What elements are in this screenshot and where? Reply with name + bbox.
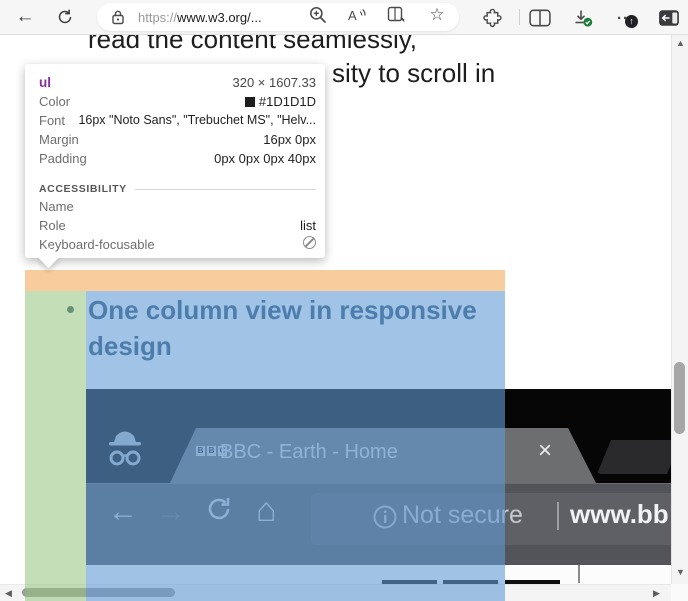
inactive-tab bbox=[597, 440, 681, 474]
scrollbar-corner bbox=[671, 584, 688, 601]
element-tag: ul bbox=[39, 73, 51, 92]
immersive-reader-icon[interactable] bbox=[387, 5, 407, 25]
read-aloud-icon[interactable]: A bbox=[347, 5, 367, 25]
tab-title: BBC - Earth - Home bbox=[220, 441, 398, 464]
margin-highlight-overlay bbox=[25, 270, 505, 291]
browser-toolbar: ← https://www.w3.org/... A bbox=[0, 0, 688, 35]
list-item-line-1: One column view in responsive bbox=[88, 292, 488, 328]
mobile-back-icon: ← bbox=[108, 495, 138, 529]
bbc-mobile-screenshot-image: B B C BBC - Earth - Home × ← → ⌂ Not sec… bbox=[86, 389, 688, 587]
browser-window: read the content seamlessly, sity to scr… bbox=[0, 0, 688, 601]
info-icon bbox=[372, 504, 398, 530]
name-label: Name bbox=[39, 197, 74, 216]
list-bullet bbox=[67, 306, 74, 313]
tab-close-icon: × bbox=[538, 437, 552, 465]
lock-icon bbox=[111, 9, 125, 25]
font-value: 16px "Noto Sans", "Trebuchet MS", "Helv.… bbox=[73, 111, 316, 130]
accessibility-header: ACCESSIBILITY bbox=[39, 183, 127, 195]
keyboard-focusable-value bbox=[163, 235, 316, 254]
role-value: list bbox=[74, 216, 316, 235]
font-label: Font bbox=[39, 111, 65, 130]
list-item-text: One column view in responsive design bbox=[88, 292, 488, 364]
refresh-button[interactable] bbox=[56, 8, 74, 26]
devtools-inspect-tooltip: ul 320 × 1607.33 Color #1D1D1D Font 16px… bbox=[25, 64, 325, 258]
accessibility-divider bbox=[135, 189, 316, 190]
address-divider bbox=[557, 502, 559, 530]
update-badge: ↑ bbox=[625, 15, 638, 28]
not-secure-label: Not secure bbox=[402, 501, 523, 530]
color-label: Color bbox=[39, 92, 70, 111]
keyboard-focusable-label: Keyboard-focusable bbox=[39, 235, 155, 254]
color-swatch bbox=[245, 97, 255, 107]
mobile-forward-icon: → bbox=[156, 495, 186, 529]
list-item-line-2: design bbox=[88, 328, 488, 364]
role-label: Role bbox=[39, 216, 66, 235]
scroll-up-arrow[interactable]: ▲ bbox=[676, 38, 685, 48]
toolbar-divider bbox=[519, 9, 520, 25]
favorites-star-icon[interactable]: ☆ bbox=[427, 5, 447, 25]
horizontal-scrollbar-thumb[interactable] bbox=[22, 588, 175, 597]
padding-label: Padding bbox=[39, 149, 87, 168]
mobile-refresh-icon bbox=[204, 494, 234, 524]
incognito-icon bbox=[103, 425, 147, 473]
more-menu-button[interactable]: ··· ↑ bbox=[615, 7, 637, 29]
mobile-url-text: www.bb bbox=[570, 499, 669, 530]
not-focusable-icon bbox=[303, 236, 316, 249]
element-dimensions: 320 × 1607.33 bbox=[233, 73, 317, 92]
scroll-right-arrow[interactable]: ▶ bbox=[653, 588, 660, 599]
split-screen-icon[interactable] bbox=[529, 7, 551, 29]
margin-value: 16px 0px bbox=[87, 130, 316, 149]
scroll-down-arrow[interactable]: ▼ bbox=[676, 567, 685, 577]
url-text[interactable]: https://www.w3.org/... bbox=[138, 10, 262, 25]
color-value: #1D1D1D bbox=[78, 92, 316, 111]
margin-label: Margin bbox=[39, 130, 79, 149]
padding-highlight-overlay bbox=[25, 291, 86, 601]
vertical-scrollbar-thumb[interactable] bbox=[674, 362, 685, 434]
sidebar-toggle-icon[interactable] bbox=[658, 7, 680, 29]
downloads-icon[interactable] bbox=[572, 7, 594, 29]
scroll-left-arrow[interactable]: ◀ bbox=[5, 588, 12, 599]
svg-text:A: A bbox=[348, 8, 357, 23]
vertical-scrollbar-track[interactable] bbox=[671, 34, 688, 584]
page-separator-line bbox=[578, 565, 580, 583]
mobile-home-icon: ⌂ bbox=[256, 491, 277, 530]
padding-value: 0px 0px 0px 40px bbox=[95, 149, 316, 168]
paragraph-line-2: sity to scroll in bbox=[332, 58, 495, 89]
back-button[interactable]: ← bbox=[12, 4, 38, 30]
zoom-in-icon[interactable] bbox=[308, 5, 328, 25]
extensions-puzzle-icon[interactable] bbox=[482, 7, 504, 29]
